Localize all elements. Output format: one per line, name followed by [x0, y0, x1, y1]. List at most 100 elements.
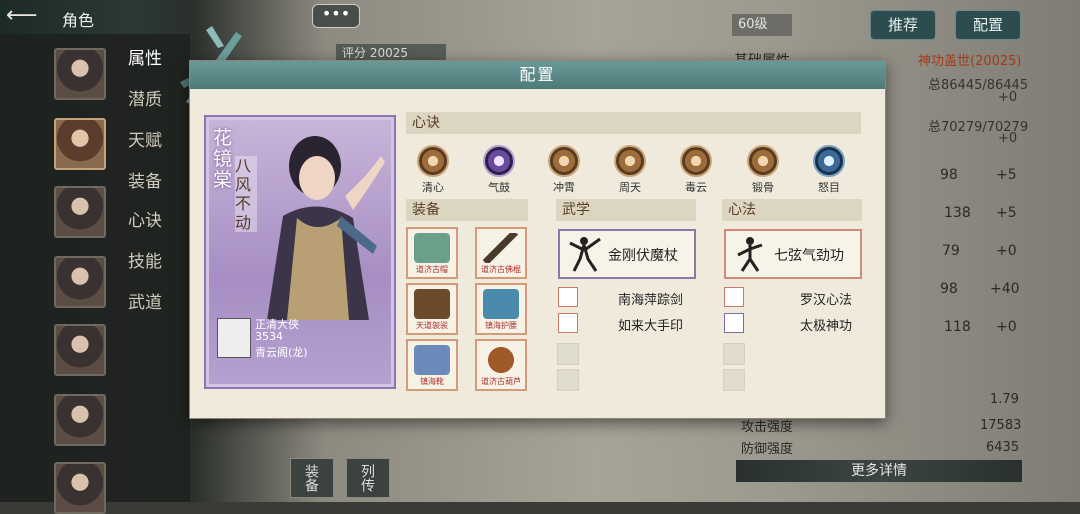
equipment-slot[interactable]: 道济古帽: [406, 227, 458, 279]
sword-skill-icon[interactable]: [558, 287, 578, 307]
character-card: 花镜棠 八风不动 正清大侠 3534 青云阁(龙): [206, 117, 394, 387]
equipment-slot[interactable]: 镇海靴: [406, 339, 458, 391]
xinjue-skill[interactable]: 冲霄: [539, 145, 589, 195]
character-avatar[interactable]: [54, 186, 106, 238]
chat-bubble-button[interactable]: •••: [312, 4, 360, 28]
equipment-slot[interactable]: 天道袈裟: [406, 283, 458, 335]
menu-talent[interactable]: 天赋: [128, 126, 162, 151]
wuxue-main-label: 金刚伏魔杖: [608, 248, 678, 264]
mp-delta: +0: [998, 131, 1018, 146]
defense-label: 防御强度: [741, 442, 794, 457]
xinjue-icon: [483, 145, 515, 177]
attr-delta: +0: [996, 243, 1017, 259]
character-avatar[interactable]: [54, 48, 106, 100]
defense-value: 6435: [986, 440, 1020, 455]
menu-potential[interactable]: 潜质: [128, 85, 162, 110]
menu-attributes[interactable]: 属性: [128, 44, 162, 69]
xinfa-main-slot[interactable]: 七弦气劲功: [724, 229, 862, 279]
power-title: 神功盖世(20025): [918, 54, 1022, 69]
xinfa-main-label: 七弦气劲功: [774, 248, 844, 264]
menu-equipment[interactable]: 装备: [128, 167, 162, 192]
boots-icon: [414, 345, 450, 375]
wuxue-label: 如来大手印: [618, 319, 684, 334]
equipment-label: 镇海靴: [420, 377, 444, 386]
tab-equip[interactable]: 装备: [290, 458, 334, 498]
bottom-tabs: 装备 列传: [290, 458, 410, 498]
xinjue-label: 锻骨: [752, 181, 774, 194]
attr-value: 98: [940, 167, 958, 183]
belt-icon: [483, 289, 519, 319]
xinjue-skill[interactable]: 锻骨: [738, 145, 788, 195]
character-sidebar: 属性 潜质 天赋 装备 心诀 技能 武道: [0, 34, 190, 514]
menu-wudao[interactable]: 武道: [128, 288, 162, 313]
character-avatar[interactable]: [54, 394, 106, 446]
config-modal: 配置 花镜棠 八风不动 正清大侠 3534 青云阁(龙) 心诀 清心 气鼓 冲霄…: [189, 60, 886, 419]
xinjue-skill[interactable]: 清心: [408, 145, 458, 195]
xinjue-icon: [548, 145, 580, 177]
xinjue-icon: [680, 145, 712, 177]
character-motto: 八风不动: [235, 156, 257, 232]
empty-slot[interactable]: [723, 343, 745, 365]
character-portrait: [267, 136, 385, 320]
empty-slot[interactable]: [557, 343, 579, 365]
character-avatar[interactable]: [54, 462, 106, 514]
attr-value: 98: [940, 281, 958, 297]
wuxue-main-slot[interactable]: 金刚伏魔杖: [558, 229, 696, 279]
xinjue-icon: [747, 145, 779, 177]
back-arrow-icon[interactable]: ⟵: [6, 4, 46, 28]
xinjue-label: 冲霄: [553, 181, 575, 194]
top-nav-bar: ⟵ 角色: [0, 0, 190, 34]
hp-delta: +0: [998, 90, 1018, 105]
equipment-label: 道济古佛棍: [481, 265, 521, 274]
player-avatar: [217, 318, 251, 358]
character-avatar[interactable]: [54, 256, 106, 308]
equipment-label: 道济古帽: [416, 265, 448, 274]
speed-value: 1.79: [990, 392, 1019, 407]
attr-value: 118: [944, 319, 971, 335]
equipment-slot[interactable]: 道济古葫芦: [475, 339, 527, 391]
xinjue-skill[interactable]: 气鼓: [474, 145, 524, 195]
attr-delta: +40: [990, 281, 1020, 297]
attack-value: 17583: [980, 418, 1022, 433]
config-button[interactable]: 配置: [955, 10, 1021, 40]
xinfa-header: 心法: [722, 199, 862, 221]
xinfa-label: 太极神功: [800, 319, 853, 334]
equipment-slot[interactable]: 道济古佛棍: [475, 227, 527, 279]
menu-xinjue[interactable]: 心诀: [128, 206, 162, 231]
empty-slot[interactable]: [557, 369, 579, 391]
xinjue-icon: [813, 145, 845, 177]
character-avatar-selected[interactable]: [54, 118, 106, 170]
player-info: 正清大侠 3534 青云阁(龙): [217, 316, 387, 372]
level-badge: 60级: [732, 14, 792, 36]
xinjue-label: 清心: [422, 181, 444, 194]
arhat-skill-icon[interactable]: [724, 287, 744, 307]
character-avatar[interactable]: [54, 324, 106, 376]
wuxue-label: 南海萍踪剑: [618, 293, 684, 308]
menu-skills[interactable]: 技能: [128, 247, 162, 272]
attr-delta: +0: [996, 319, 1017, 335]
equipment-label: 镇海护腰: [485, 321, 517, 330]
equipment-label: 道济古葫芦: [481, 377, 521, 386]
staff-icon: [483, 233, 519, 263]
palm-skill-icon[interactable]: [558, 313, 578, 333]
xinjue-icon: [614, 145, 646, 177]
xinjue-label: 气鼓: [488, 181, 510, 194]
player-guild: 青云阁(龙): [255, 346, 308, 359]
xinjue-icon: [417, 145, 449, 177]
hat-icon: [414, 233, 450, 263]
modal-title: 配置: [190, 61, 885, 89]
empty-slot[interactable]: [723, 369, 745, 391]
taiji-skill-icon[interactable]: [724, 313, 744, 333]
xinjue-skill[interactable]: 毒云: [671, 145, 721, 195]
gourd-icon: [483, 345, 519, 375]
xinjue-skill[interactable]: 周天: [605, 145, 655, 195]
more-details-button[interactable]: 更多详情: [736, 460, 1022, 482]
xinjue-header: 心诀: [406, 112, 861, 134]
attr-value: 138: [944, 205, 971, 221]
xinjue-label: 周天: [619, 181, 641, 194]
attr-delta: +5: [996, 167, 1017, 183]
tab-biography[interactable]: 列传: [346, 458, 390, 498]
xinjue-skill[interactable]: 怒目: [804, 145, 854, 195]
equipment-slot[interactable]: 镇海护腰: [475, 283, 527, 335]
recommend-button[interactable]: 推荐: [870, 10, 936, 40]
